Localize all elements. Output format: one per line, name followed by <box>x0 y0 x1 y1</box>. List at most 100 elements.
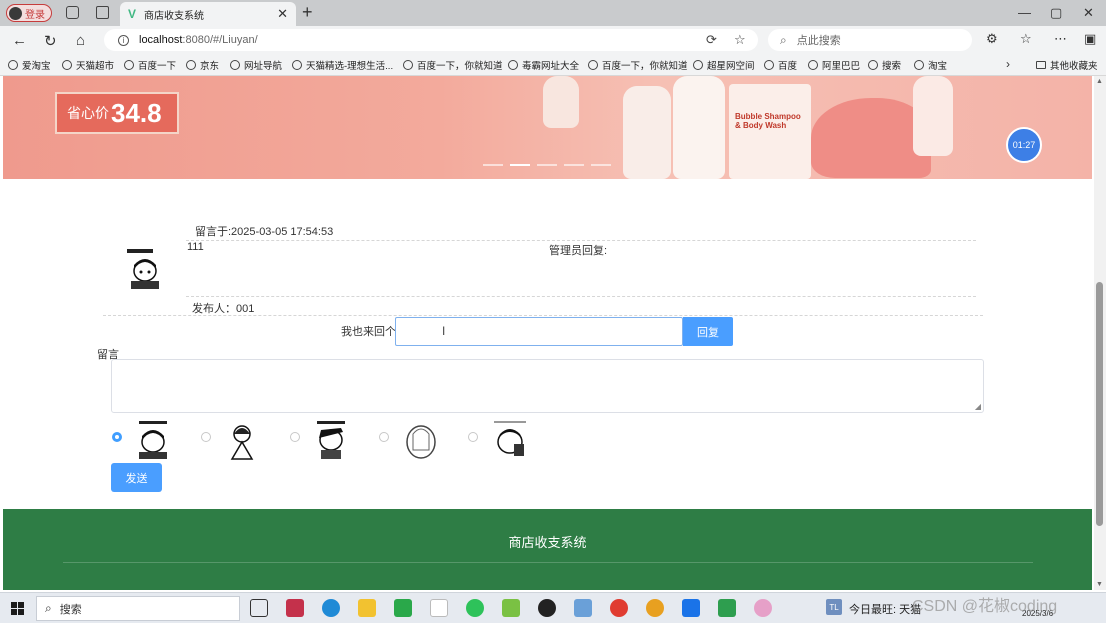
bookmark-item[interactable]: 百度一下，你就知道 <box>403 58 503 72</box>
profile-button[interactable]: 登录 <box>6 4 52 22</box>
emoji-sticker-2[interactable] <box>222 420 262 460</box>
bookmark-item[interactable]: 超星网空间 <box>693 58 755 72</box>
emoji-radio-5[interactable] <box>468 432 478 442</box>
watermark: CSDN @花椒coding <box>912 598 1058 615</box>
screen: 登录 V 商店收支系统 ✕ + — ▢ ✕ ← ↻ ⌂ i localhost … <box>0 0 1106 623</box>
emoji-sticker-1[interactable] <box>133 420 173 460</box>
bookmark-item[interactable]: 爱淘宝 <box>8 58 51 72</box>
emoji-sticker-3[interactable] <box>311 420 351 460</box>
product-package-image: Bubble Shampoo & Body Wash <box>729 84 811 179</box>
emoji-radio-3[interactable] <box>290 432 300 442</box>
app-icon[interactable] <box>574 599 592 617</box>
emoji-sticker-5[interactable] <box>490 420 530 460</box>
emoji-radio-2[interactable] <box>201 432 211 442</box>
carousel-dot[interactable] <box>483 164 503 166</box>
bookmark-item[interactable]: 淘宝 <box>914 58 947 72</box>
close-tab-icon[interactable]: ✕ <box>277 6 288 22</box>
sidebar-icon[interactable]: ▣ <box>1084 31 1096 47</box>
page-scrollbar[interactable]: ▲ ▼ <box>1094 76 1106 590</box>
reply-input[interactable]: I <box>395 317 683 346</box>
notepad-icon[interactable] <box>430 599 448 617</box>
bookmarks-bar: 爱淘宝 天猫超市 百度一下 京东 网址导航 天猫精选-理想生活... 百度一下，… <box>0 54 1106 76</box>
text-cursor-icon: I <box>442 324 446 338</box>
edge-browser-icon[interactable] <box>322 599 340 617</box>
favorite-star-icon[interactable]: ☆ <box>734 32 746 48</box>
message-textarea[interactable]: ◢ <box>111 359 984 413</box>
bookmark-item[interactable]: 搜索 <box>868 58 901 72</box>
bookmark-item[interactable]: 天猫超市 <box>62 58 114 72</box>
tab-active[interactable]: V 商店收支系统 ✕ <box>120 2 296 26</box>
resize-handle-icon[interactable]: ◢ <box>975 402 981 411</box>
carousel-dot[interactable] <box>537 164 557 166</box>
search-box[interactable]: ⌕ 点此搜索 <box>768 29 972 51</box>
emoji-radio-1[interactable] <box>112 432 122 442</box>
app-icon[interactable] <box>502 599 520 617</box>
banner-carousel[interactable]: 省心价 34.8 Bubble Shampoo & Body Wash 01:2… <box>3 76 1092 179</box>
carousel-dot[interactable] <box>510 164 530 166</box>
chrome-icon[interactable] <box>646 599 664 617</box>
close-window-icon[interactable]: ✕ <box>1083 5 1094 21</box>
avatar <box>9 6 22 20</box>
globe-icon <box>808 60 818 70</box>
maximize-icon[interactable]: ▢ <box>1050 5 1062 21</box>
task-view-icon[interactable] <box>250 599 268 617</box>
pycharm-icon[interactable] <box>718 599 736 617</box>
profile-label: 登录 <box>25 9 45 21</box>
extensions-icon[interactable]: ⚙ <box>986 31 998 47</box>
carousel-dot[interactable] <box>591 164 611 166</box>
refresh-icon[interactable]: ↻ <box>44 32 57 50</box>
other-bookmarks[interactable]: 其他收藏夹 <box>1036 58 1098 72</box>
bookmark-item[interactable]: 网址导航 <box>230 58 282 72</box>
bookmark-item[interactable]: 阿里巴巴 <box>808 58 860 72</box>
bookmark-item[interactable]: 毒霸网址大全 <box>508 58 579 72</box>
bookmark-item[interactable]: 天猫精选-理想生活... <box>292 58 393 72</box>
favorites-icon[interactable]: ☆ <box>1020 31 1032 47</box>
carousel-dot[interactable] <box>564 164 584 166</box>
new-tab-icon[interactable]: + <box>302 2 313 23</box>
globe-icon <box>124 60 134 70</box>
taskbar-search-label: 搜索 <box>59 603 82 616</box>
emoji-radio-4[interactable] <box>379 432 389 442</box>
windows-start-icon[interactable] <box>11 602 24 615</box>
qq-icon[interactable] <box>538 599 556 617</box>
wechat-icon[interactable] <box>466 599 484 617</box>
app-icon[interactable] <box>754 599 772 617</box>
workspaces-icon[interactable] <box>66 6 79 19</box>
url-field[interactable]: i localhost :8080/#/Liuyan/ ⟳ ☆ <box>104 29 758 51</box>
scroll-up-icon[interactable]: ▲ <box>1096 78 1103 85</box>
address-bar-row: ← ↻ ⌂ i localhost :8080/#/Liuyan/ ⟳ ☆ ⌕ … <box>0 26 1106 54</box>
bookmark-item[interactable]: 百度一下，你就知道 <box>588 58 688 72</box>
hbuilder-icon[interactable] <box>394 599 412 617</box>
footer-divider <box>63 562 1033 563</box>
emoji-sticker-4[interactable] <box>401 420 441 460</box>
search-icon: ⌕ <box>780 32 787 47</box>
bookmark-item[interactable]: 百度 <box>764 58 797 72</box>
footer-title: 商店收支系统 <box>508 535 587 550</box>
divider <box>186 240 976 241</box>
app-icon[interactable] <box>682 599 700 617</box>
scroll-down-icon[interactable]: ▼ <box>1096 581 1103 588</box>
scrollbar-thumb[interactable] <box>1096 282 1103 526</box>
site-info-icon[interactable]: i <box>118 34 129 46</box>
file-explorer-icon[interactable] <box>358 599 376 617</box>
send-button[interactable]: 发送 <box>111 463 162 492</box>
home-icon[interactable]: ⌂ <box>76 32 85 49</box>
minimize-icon[interactable]: — <box>1018 5 1031 20</box>
bookmark-item[interactable]: 百度一下 <box>124 58 176 72</box>
back-icon[interactable]: ← <box>12 32 27 49</box>
tray-news-text[interactable]: 今日最旺: 天猫 <box>849 601 921 617</box>
taskbar-search[interactable]: ⌕ 搜索 <box>36 596 240 621</box>
netease-music-icon[interactable] <box>610 599 628 617</box>
admin-reply-label: 管理员回复: <box>549 245 608 257</box>
price-label: 省心价 <box>67 105 109 121</box>
price-tag: 省心价 34.8 <box>55 92 179 134</box>
tab-actions-icon[interactable] <box>96 6 109 19</box>
tray-app-icon[interactable]: TL <box>826 599 842 615</box>
more-icon[interactable]: ⋯ <box>1054 31 1067 47</box>
globe-icon <box>764 60 774 70</box>
translate-icon[interactable]: ⟳ <box>706 32 717 48</box>
reply-button[interactable]: 回复 <box>683 317 733 346</box>
chevron-right-icon[interactable]: › <box>1006 57 1010 71</box>
bookmark-item[interactable]: 京东 <box>186 58 219 72</box>
idea-app-icon[interactable] <box>286 599 304 617</box>
